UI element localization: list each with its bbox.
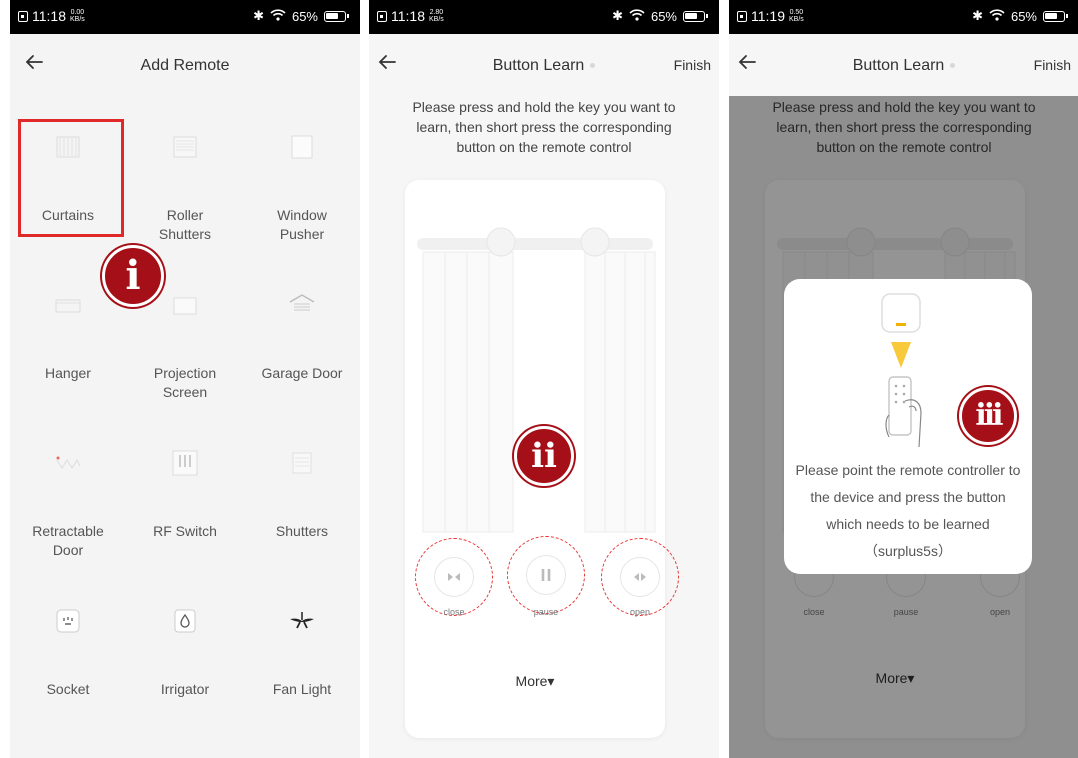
page-title: Button Learn: [729, 57, 1078, 75]
pause-label: pause: [533, 607, 559, 617]
device-rf-switch[interactable]: RF Switch: [127, 412, 243, 570]
pause-icon: [541, 569, 551, 581]
retractable-door-icon: [56, 456, 81, 469]
device-label: Roller Shutters: [158, 207, 212, 242]
nav-bar: Button Learn Finish: [369, 34, 719, 96]
device-label: Socket: [46, 681, 90, 697]
rf-switch-icon: [172, 450, 198, 476]
page-title: Add Remote: [140, 57, 230, 74]
device-shutters[interactable]: Shutters: [244, 412, 360, 570]
hanger-icon: [55, 299, 81, 313]
device-fan-light[interactable]: Fan Light: [244, 570, 360, 728]
device-window-pusher[interactable]: Window Pusher: [244, 96, 360, 254]
projection-screen-icon: [173, 297, 197, 315]
nav-bar: Button Learn Finish: [729, 34, 1078, 96]
wifi-icon: [989, 8, 1005, 24]
battery-level: 65%: [650, 8, 677, 24]
close-button[interactable]: [434, 557, 474, 597]
sim-icon: [18, 10, 28, 22]
device-retractable-door[interactable]: Retractable Door: [10, 412, 126, 570]
device-label: RF Switch: [153, 523, 217, 539]
device-label: Projection Screen: [153, 365, 217, 400]
wifi-icon: [270, 8, 286, 24]
curtain-illustration: [417, 227, 656, 533]
device-irrigator[interactable]: Irrigator: [127, 570, 243, 728]
device-label: Garage Door: [261, 365, 343, 381]
screen-add-remote: 11:18 0.00 KB/s ✱ 65% Add Remote Curtains…: [10, 0, 360, 758]
close-label: close: [443, 607, 465, 617]
device-label: Irrigator: [160, 681, 210, 697]
instruction-text: Please press and hold the key you want t…: [412, 99, 676, 155]
dialog-message: Please point the remote controller to th…: [795, 462, 1021, 559]
device-label: Retractable Door: [32, 523, 104, 558]
device-garage-door[interactable]: Garage Door: [244, 254, 360, 412]
close-curtain-icon: [448, 573, 460, 581]
irrigator-icon: [174, 609, 196, 633]
device-label: Fan Light: [272, 681, 332, 697]
bluetooth-icon: ✱: [612, 8, 623, 23]
device-label: Window Pusher: [277, 207, 327, 242]
status-dot-icon: [950, 63, 956, 69]
more-dropdown[interactable]: More▾: [405, 673, 665, 690]
battery-icon: [683, 10, 708, 22]
wifi-icon: [629, 8, 645, 24]
screen-button-learn: 11:18 2.80 KB/s ✱ 65% Button Learn Finish…: [369, 0, 719, 758]
fan-light-icon: [290, 612, 314, 629]
status-bar: 11:19 0.50 KB/s ✱ 65%: [729, 0, 1078, 34]
step-badge-2: ii: [514, 426, 574, 486]
status-time: 11:19: [751, 8, 785, 24]
network-speed: 2.80 KB/s: [429, 9, 444, 23]
pause-button[interactable]: [526, 555, 566, 595]
nav-bar: Add Remote: [10, 34, 360, 96]
bluetooth-icon: ✱: [972, 8, 983, 23]
device-label: Shutters: [275, 523, 329, 539]
sim-icon: [377, 10, 387, 22]
device-socket[interactable]: Socket: [10, 570, 126, 728]
battery-level: 65%: [1010, 8, 1037, 24]
battery-level: 65%: [291, 8, 318, 24]
step-badge-3: iii: [959, 387, 1017, 445]
screen-button-learn-dialog: 11:19 0.50 KB/s ✱ 65% Button Learn Finish…: [729, 0, 1078, 758]
open-curtain-icon: [634, 573, 646, 581]
status-time: 11:18: [32, 8, 66, 24]
garage-door-icon: [289, 294, 315, 311]
status-dot-icon: [590, 63, 596, 69]
socket-icon: [56, 609, 80, 633]
network-speed: 0.50 KB/s: [789, 9, 804, 23]
status-bar: 11:18 0.00 KB/s ✱ 65%: [10, 0, 360, 34]
finish-button[interactable]: Finish: [1034, 57, 1071, 73]
shutters-icon: [292, 452, 312, 474]
selected-highlight: [18, 119, 124, 237]
status-time: 11:18: [391, 8, 425, 24]
battery-icon: [1043, 10, 1068, 22]
finish-button[interactable]: Finish: [674, 57, 711, 73]
device-label: Hanger: [45, 365, 91, 381]
sim-icon: [737, 10, 747, 22]
page-title: Button Learn: [369, 57, 719, 75]
battery-icon: [324, 10, 349, 22]
status-bar: 11:18 2.80 KB/s ✱ 65%: [369, 0, 719, 34]
bluetooth-icon: ✱: [253, 8, 264, 23]
open-label: open: [629, 607, 651, 617]
roller-shutters-icon: [173, 136, 197, 158]
network-speed: 0.00 KB/s: [70, 9, 85, 23]
device-roller-shutters[interactable]: Roller Shutters: [127, 96, 243, 254]
step-badge-1: i: [102, 245, 164, 307]
open-button[interactable]: [620, 557, 660, 597]
window-pusher-icon: [291, 135, 313, 159]
